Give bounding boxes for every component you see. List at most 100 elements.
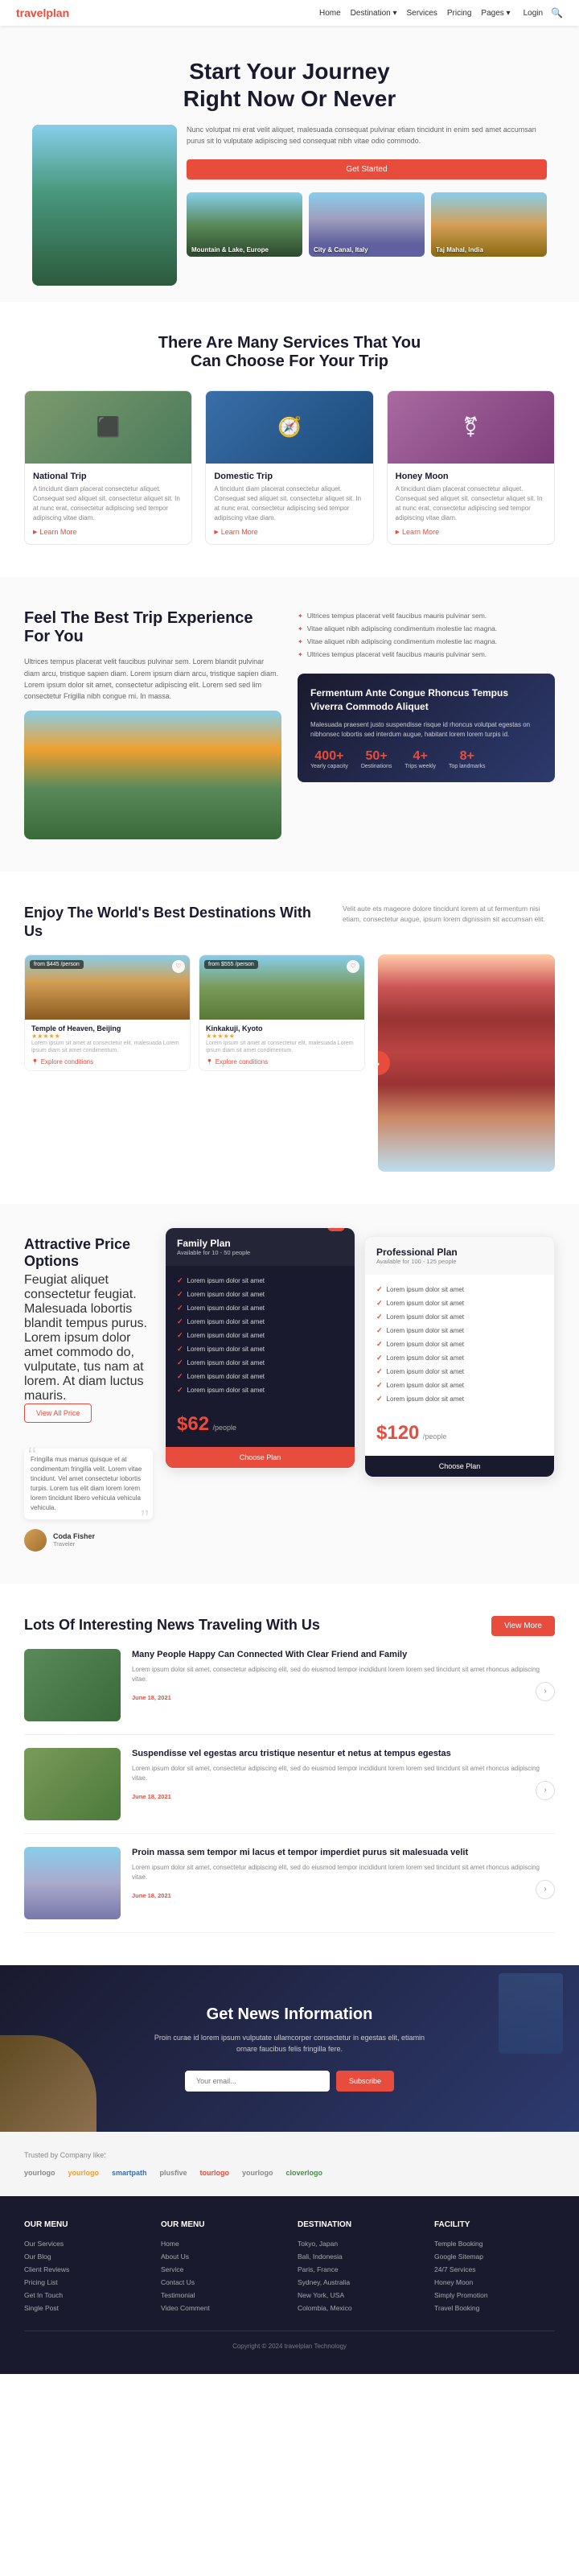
newsletter-description: Proin curae id lorem ipsum vulputate ull… [153,2032,426,2055]
experience-title: Feel The Best Trip Experience For You [24,609,281,646]
news-arrow-2[interactable]: › [536,1781,555,1800]
footer-link-single-post[interactable]: Single Post [24,2302,145,2314]
footer-link-our-blog[interactable]: Our Blog [24,2250,145,2263]
news-arrow-1[interactable]: › [536,1682,555,1701]
testimonial-text: Fringilla mus manus quisque et at condim… [24,1449,153,1519]
price-amount-professional: $120 [376,1422,419,1444]
footer-link-our-services[interactable]: Our Services [24,2237,145,2250]
service-text-national: A tincidunt diam placerat consectetur al… [33,484,183,523]
view-all-price-button[interactable]: View All Price [24,1403,92,1423]
login-link[interactable]: Login [524,9,543,18]
footer-link-client-reviews[interactable]: Client Reviews [24,2263,145,2276]
services-section: There Are Many Services That You Can Cho… [0,302,579,577]
plan-header-professional: Professional Plan Available for 100 - 12… [365,1237,554,1275]
footer-link-video-comment[interactable]: Video Comment [161,2302,281,2314]
service-text-honeymoon: A tincidunt diam placerat consectetur al… [396,484,546,523]
destinations-content: from $445 /person ♡ Temple of Heaven, Be… [24,954,555,1172]
footer-link-home[interactable]: Home [161,2237,281,2250]
service-title-domestic: Domestic Trip [214,472,364,481]
nav-links: Home Destination ▾ Services Pricing Page… [319,9,511,18]
news-item-2: Suspendisse vel egestas arcu tristique n… [24,1748,555,1834]
dest-card-text-beijing: Lorem ipsum sit amet at consectetur elit… [31,1040,183,1056]
stat-trips-label: Trips weekly [404,764,436,769]
logo-6: yourlogo [242,2169,273,2177]
stats-box-description: Malesuada praesent justo suspendisse ris… [310,720,542,740]
footer-link-paris[interactable]: Paris, France [298,2263,418,2276]
footer-link-temple-booking[interactable]: Temple Booking [434,2237,555,2250]
site-logo[interactable]: travelplan [16,6,69,19]
footer-link-google-sitemap[interactable]: Google Sitemap [434,2250,555,2263]
plan-name-family: Family Plan [177,1238,343,1249]
footer-link-247-services[interactable]: 24/7 Services [434,2263,555,2276]
service-body-national: National Trip A tincidunt diam placerat … [25,464,191,544]
news-title-3: Proin massa sem tempor mi lacus et tempo… [132,1847,555,1858]
dest-favorite-kyoto[interactable]: ♡ [347,960,359,973]
footer-link-newyork[interactable]: New York, USA [298,2289,418,2302]
footer-link-colombia[interactable]: Colombia, Mexico [298,2302,418,2314]
pricing-section: Attractive Price Options Feugiat aliquet… [0,1204,579,1584]
footer-col-facility: Facility Temple Booking Google Sitemap 2… [434,2220,555,2314]
footer-link-simply-promotion[interactable]: Simply Promotion [434,2289,555,2302]
nav-services[interactable]: Services [406,9,437,18]
hero-card-3-label: Taj Mahal, India [436,246,483,253]
newsletter-email-input[interactable] [185,2071,330,2092]
plan-header-family: Family Plan Available for 10 - 50 people [166,1228,355,1266]
news-arrow-3[interactable]: › [536,1880,555,1899]
subscribe-button[interactable]: Subscribe [336,2071,394,2092]
dest-explore-kyoto[interactable]: Explore conditions [206,1058,358,1065]
footer-link-honey-moon[interactable]: Honey Moon [434,2276,555,2289]
plan-feature-pro-8: Lorem ipsum dolor sit amet [376,1379,543,1392]
stats-box: Fermentum Ante Congue Rhoncus Tempus Viv… [298,674,555,782]
get-started-button[interactable]: Get Started [187,159,547,179]
pricing-title: Attractive Price Options [24,1236,153,1270]
footer-col-heading-3: Destination [298,2220,418,2229]
national-trip-icon: ⬛ [96,416,121,439]
news-thumb-2 [24,1748,121,1820]
dest-explore-beijing[interactable]: Explore conditions [31,1058,183,1065]
footer-link-sydney[interactable]: Sydney, Australia [298,2276,418,2289]
dest-favorite-beijing[interactable]: ♡ [172,960,185,973]
search-icon[interactable]: 🔍 [551,7,563,19]
stat-destinations-label: Destinations [361,764,392,769]
footer-link-about-us[interactable]: About Us [161,2250,281,2263]
footer-link-service[interactable]: Service [161,2263,281,2276]
testimonial: Fringilla mus manus quisque et at condim… [24,1449,153,1552]
nav-pricing[interactable]: Pricing [447,9,472,18]
news-body-3: Proin massa sem tempor mi lacus et tempo… [132,1847,555,1902]
experience-description: Ultrices tempus placerat velit faucibus … [24,656,281,703]
footer-link-bali[interactable]: Bali, Indonesia [298,2250,418,2263]
news-section: Lots Of Interesting News Traveling With … [0,1584,579,1965]
dest-card-body-kyoto: Kinkakuji, Kyoto ★★★★★ Lorem ipsum sit a… [199,1020,364,1071]
experience-content: Feel The Best Trip Experience For You Ul… [24,609,555,839]
footer: Our Menu Our Services Our Blog Client Re… [0,2196,579,2374]
hero-right: Nunc volutpat mi erat velit aliquet, mal… [187,125,547,257]
footer-link-travel-booking[interactable]: Travel Booking [434,2302,555,2314]
footer-link-tokyo[interactable]: Tokyo, Japan [298,2237,418,2250]
hero-card-2: City & Canal, Italy [309,192,425,257]
footer-link-pricing-list[interactable]: Pricing List [24,2276,145,2289]
learn-more-domestic[interactable]: Learn More [214,528,364,536]
footer-link-contact-us[interactable]: Contact Us [161,2276,281,2289]
news-body-1: Many People Happy Can Connected With Cle… [132,1649,555,1704]
domestic-trip-icon: 🧭 [277,416,302,439]
dest-card-img-kyoto: from $555 /person ♡ [199,955,364,1020]
plan-feature-family-1: Lorem ipsum dolor sit amet [177,1274,343,1288]
nav-home[interactable]: Home [319,9,341,18]
dest-card-beijing: from $445 /person ♡ Temple of Heaven, Be… [24,954,191,1072]
nav-destination[interactable]: Destination ▾ [351,9,397,18]
footer-col-list-1: Our Services Our Blog Client Reviews Pri… [24,2237,145,2314]
hero-content: Nunc volutpat mi erat velit aliquet, mal… [32,125,547,286]
service-card-national: ⬛ National Trip A tincidunt diam placera… [24,390,192,545]
footer-link-testimonial[interactable]: Testimonial [161,2289,281,2302]
view-more-news-button[interactable]: View More [491,1616,555,1636]
news-date-2: June 18, 2021 [132,1793,171,1800]
choose-plan-family-button[interactable]: Choose Plan [166,1447,355,1468]
dest-card-img-beijing: from $445 /person ♡ [25,955,190,1020]
choose-plan-professional-button[interactable]: Choose Plan [365,1456,554,1477]
news-thumb-3 [24,1847,121,1919]
learn-more-honeymoon[interactable]: Learn More [396,528,546,536]
learn-more-national[interactable]: Learn More [33,528,183,536]
exp-bullet-1: Ultrices tempus placerat velit faucibus … [298,609,555,622]
footer-link-get-in-touch[interactable]: Get In Touch [24,2289,145,2302]
nav-pages[interactable]: Pages ▾ [481,9,510,18]
